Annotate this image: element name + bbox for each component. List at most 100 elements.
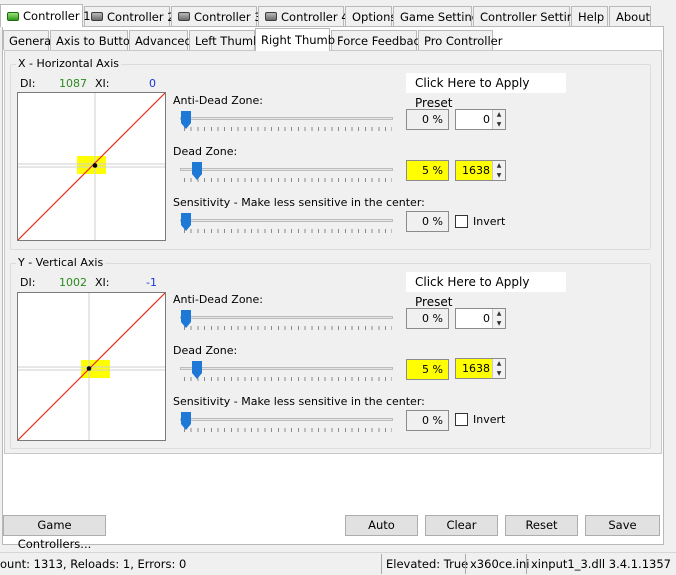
y-di-label: DI:	[20, 276, 36, 289]
y-xi-value: -1	[146, 276, 157, 289]
y-sensitivity-thumb[interactable]	[181, 412, 191, 430]
tab-label: Controller 3	[194, 9, 262, 24]
y-invert-label: Invert	[473, 413, 506, 426]
x-dead-zone-slider[interactable]	[180, 168, 393, 171]
tab-label: Options	[352, 9, 397, 24]
x-dead-zone-percent: 5 %	[406, 160, 449, 181]
status-elevated: Elevated: True	[386, 557, 469, 571]
x-apply-preset-button[interactable]: Click Here to Apply Preset	[406, 73, 566, 110]
save-button[interactable]: Save	[585, 515, 660, 536]
y-axis-curve	[18, 293, 165, 440]
x-dead-zone-thumb[interactable]	[192, 162, 202, 180]
stepper-value: 1638	[462, 164, 490, 177]
y-anti-dead-zone-stepper[interactable]: 0 ▲ ▼	[455, 308, 506, 329]
tab-label: General	[9, 33, 55, 48]
x-axis-curve	[18, 93, 165, 240]
x-anti-dead-zone-label: Anti-Dead Zone:	[173, 94, 264, 107]
y-anti-dead-zone-slider[interactable]	[180, 316, 393, 319]
tab-help[interactable]: Help	[571, 6, 608, 26]
x-invert-checkbox[interactable]	[455, 215, 468, 228]
x-dead-zone-stepper[interactable]: 1638 ▲ ▼	[455, 160, 506, 181]
stepper-value: 0	[483, 312, 490, 325]
tab-label: Force Feedback	[337, 33, 427, 48]
status-ini-file: x360ce.ini	[470, 557, 530, 571]
arrow-up-icon[interactable]: ▲	[493, 309, 505, 318]
tab-controller-2[interactable]: Controller 2	[84, 6, 175, 26]
tab-right-thumb[interactable]: Right Thumb	[255, 28, 335, 51]
tab-controller-3[interactable]: Controller 3	[171, 6, 262, 26]
y-xi-label: XI:	[95, 276, 110, 289]
y-anti-dead-zone-thumb[interactable]	[181, 310, 191, 328]
gamepad-icon	[265, 12, 277, 21]
arrow-down-icon[interactable]: ▼	[493, 171, 505, 180]
tab-pro-controller[interactable]: Pro Controller	[418, 30, 502, 50]
y-dead-zone-slider[interactable]	[180, 367, 393, 370]
y-apply-preset-button[interactable]: Click Here to Apply Preset	[406, 272, 566, 309]
x-anti-dead-zone-stepper[interactable]: 0 ▲ ▼	[455, 109, 506, 130]
x-sensitivity-label: Sensitivity - Make less sensitive in the…	[173, 196, 425, 209]
stepper-arrows[interactable]: ▲ ▼	[492, 309, 505, 328]
status-separator	[526, 554, 527, 574]
y-anti-dead-zone-label: Anti-Dead Zone:	[173, 293, 264, 306]
tab-label: Controller 4	[281, 9, 349, 24]
arrow-down-icon[interactable]: ▼	[493, 319, 505, 328]
tab-label: Advanced	[135, 33, 192, 48]
x-dead-zone-label: Dead Zone:	[173, 145, 238, 158]
tab-about[interactable]: About	[609, 6, 651, 26]
status-counts: ount: 1313, Reloads: 1, Errors: 0	[0, 557, 187, 571]
arrow-down-icon[interactable]: ▼	[493, 120, 505, 129]
x-sensitivity-percent: 0 %	[406, 211, 449, 232]
tab-label: Controller 2	[107, 9, 175, 24]
tab-label: Left Thumb	[195, 33, 261, 48]
y-invert-checkbox[interactable]	[455, 413, 468, 426]
tab-general[interactable]: General	[3, 30, 54, 50]
x-axis-response-plot	[17, 92, 166, 241]
tab-label: Controller 1	[23, 9, 91, 23]
y-sensitivity-ticks	[184, 428, 392, 432]
y-di-value: 1002	[59, 276, 87, 289]
stepper-value: 0	[483, 113, 490, 126]
auto-button[interactable]: Auto	[345, 515, 418, 536]
tab-label: Pro Controller	[424, 33, 503, 48]
tab-advanced[interactable]: Advanced	[129, 30, 192, 50]
stepper-arrows[interactable]: ▲ ▼	[492, 110, 505, 129]
y-sensitivity-label: Sensitivity - Make less sensitive in the…	[173, 395, 425, 408]
clear-button[interactable]: Clear	[425, 515, 498, 536]
y-dead-zone-stepper[interactable]: 1638 ▲ ▼	[455, 358, 506, 379]
tab-controller-1[interactable]: Controller 1	[0, 4, 91, 27]
reset-button[interactable]: Reset	[505, 515, 578, 536]
arrow-up-icon[interactable]: ▲	[493, 161, 505, 170]
arrow-up-icon[interactable]: ▲	[493, 110, 505, 119]
gamepad-icon	[7, 11, 19, 21]
arrow-down-icon[interactable]: ▼	[493, 369, 505, 378]
status-bar: ount: 1313, Reloads: 1, Errors: 0 Elevat…	[0, 552, 676, 575]
tab-left-thumb[interactable]: Left Thumb	[189, 30, 260, 50]
x-xi-label: XI:	[95, 77, 110, 90]
stepper-arrows[interactable]: ▲ ▼	[492, 359, 505, 378]
tab-controller-settings[interactable]: Controller Settings	[473, 6, 587, 26]
y-dead-zone-label: Dead Zone:	[173, 344, 238, 357]
x-xi-value: 0	[149, 77, 156, 90]
y-dead-zone-ticks	[184, 377, 392, 381]
y-anti-dead-zone-ticks	[184, 326, 392, 330]
game-controllers-button[interactable]: Game Controllers...	[3, 515, 106, 551]
y-axis-response-plot	[17, 292, 166, 441]
tab-options[interactable]: Options	[345, 6, 396, 26]
x-sensitivity-slider[interactable]	[180, 219, 393, 222]
x-anti-dead-zone-thumb[interactable]	[181, 111, 191, 129]
tab-axis-to-button[interactable]: Axis to Button	[50, 30, 137, 50]
x-dead-zone-ticks	[184, 178, 392, 182]
x-anti-dead-zone-slider[interactable]	[180, 117, 393, 120]
tab-game-settings[interactable]: Game Settings	[393, 6, 485, 26]
stepper-arrows[interactable]: ▲ ▼	[492, 161, 505, 180]
y-dead-zone-thumb[interactable]	[192, 361, 202, 379]
tab-controller-4[interactable]: Controller 4	[258, 6, 349, 26]
tab-label: Right Thumb	[261, 33, 336, 47]
tab-force-feedback[interactable]: Force Feedback	[331, 30, 427, 50]
x-di-value: 1087	[59, 77, 87, 90]
x-sensitivity-ticks	[184, 229, 392, 233]
x-sensitivity-thumb[interactable]	[181, 213, 191, 231]
status-separator	[381, 554, 382, 574]
y-sensitivity-slider[interactable]	[180, 418, 393, 421]
arrow-up-icon[interactable]: ▲	[493, 359, 505, 368]
